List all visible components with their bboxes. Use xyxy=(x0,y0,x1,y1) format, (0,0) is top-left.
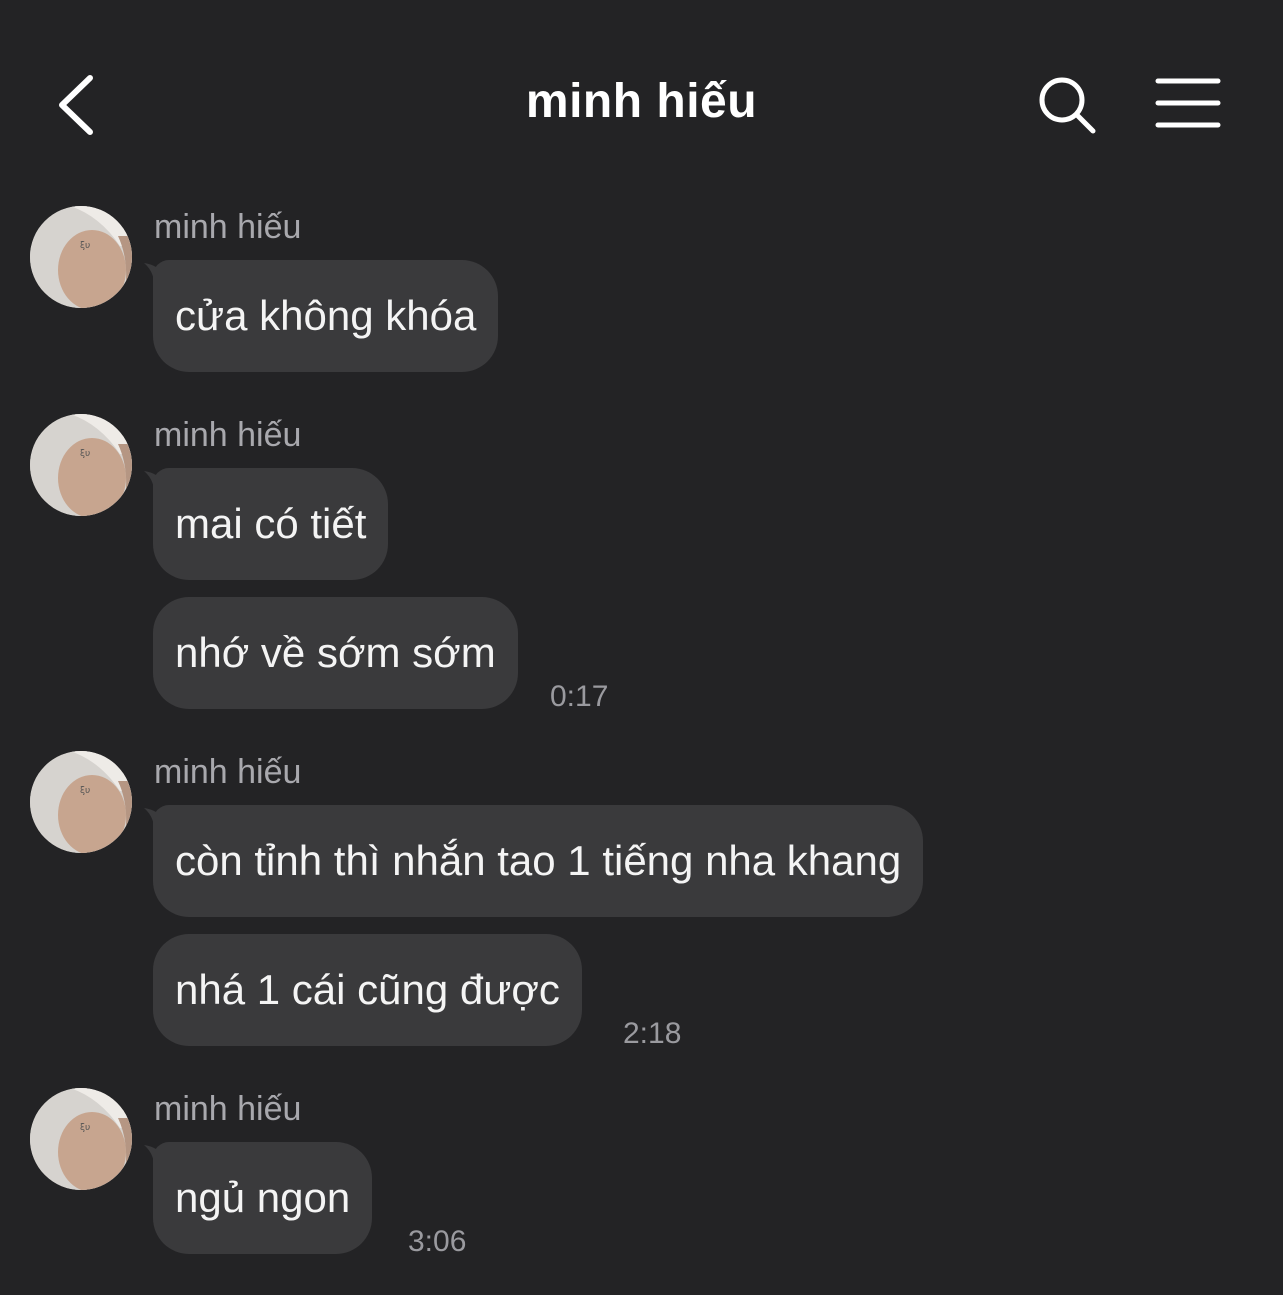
avatar[interactable]: ξυ xyxy=(30,751,132,853)
svg-text:ξυ: ξυ xyxy=(80,241,90,251)
message-timestamp: 0:17 xyxy=(550,680,609,713)
message-bubble[interactable]: cửa không khóa xyxy=(153,260,499,372)
search-icon xyxy=(1039,77,1096,134)
message-bubble[interactable]: còn tỉnh thì nhắn tao 1 tiếng nha khang xyxy=(153,805,924,917)
message-timestamp: 3:06 xyxy=(408,1225,467,1258)
sender-name: minh hiếu xyxy=(154,208,302,246)
hamburger-menu-icon xyxy=(1155,78,1221,128)
avatar[interactable]: ξυ xyxy=(30,206,132,308)
message-bubble[interactable]: ngủ ngon xyxy=(153,1142,373,1254)
sender-name: minh hiếu xyxy=(154,416,302,454)
chat-screen: minh hiếu ξυ minh hiếu cửa không khóa ξυ… xyxy=(0,0,1283,1295)
search-button[interactable] xyxy=(1036,74,1098,136)
sender-name: minh hiếu xyxy=(154,753,302,791)
chat-header: minh hiếu xyxy=(0,0,1283,180)
message-bubble[interactable]: nhá 1 cái cũng được xyxy=(153,934,582,1046)
sender-name: minh hiếu xyxy=(154,1090,302,1128)
message-timestamp: 2:18 xyxy=(623,1017,682,1050)
avatar[interactable]: ξυ xyxy=(30,1088,132,1190)
message-bubble[interactable]: nhớ về sớm sớm xyxy=(153,597,518,709)
svg-text:ξυ: ξυ xyxy=(80,449,90,459)
menu-button[interactable] xyxy=(1154,76,1222,130)
svg-text:ξυ: ξυ xyxy=(80,1123,90,1133)
svg-text:ξυ: ξυ xyxy=(80,786,90,796)
message-bubble[interactable]: mai có tiết xyxy=(153,468,389,580)
avatar[interactable]: ξυ xyxy=(30,414,132,516)
